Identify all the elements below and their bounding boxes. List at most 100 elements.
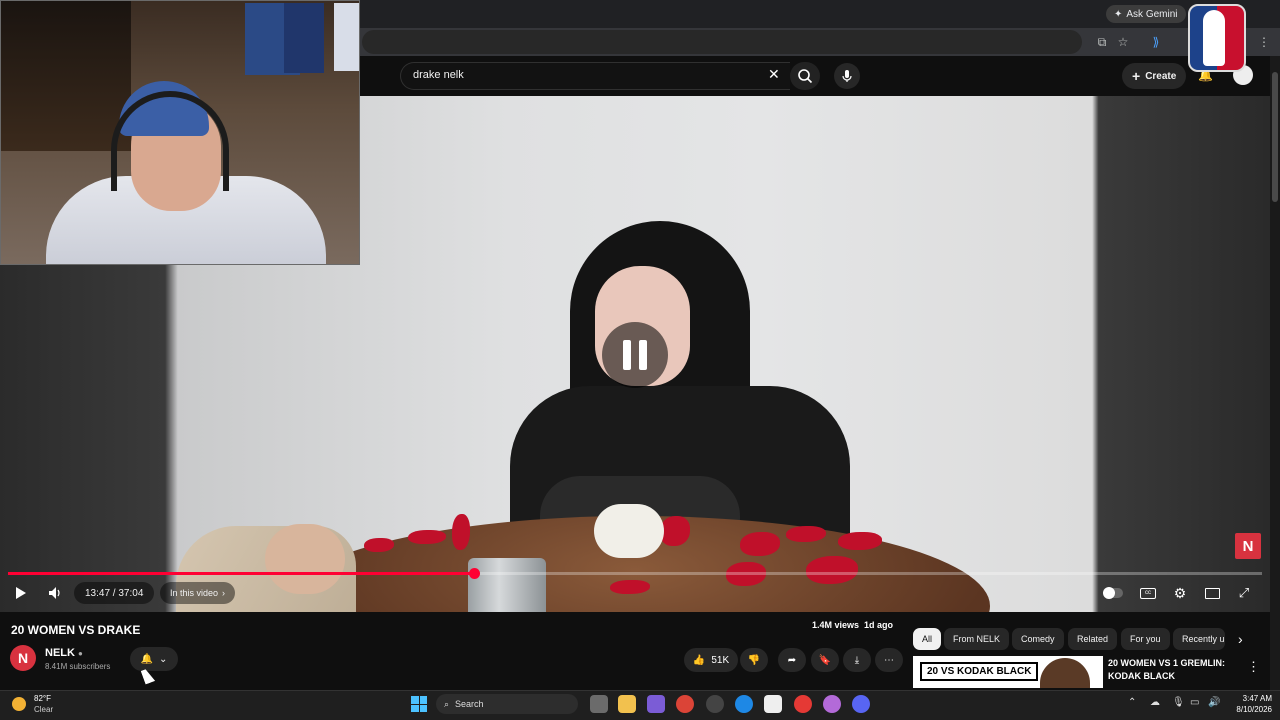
pause-overlay[interactable] [602, 322, 668, 388]
rose-petal [786, 526, 826, 542]
webcam-headset [111, 91, 229, 191]
chip-comedy[interactable]: Comedy [1012, 628, 1064, 650]
chips-next-icon[interactable]: › [1238, 631, 1243, 647]
scrollbar-thumb[interactable] [1272, 72, 1278, 202]
chip-for-you[interactable]: For you [1121, 628, 1170, 650]
ask-gemini-button[interactable]: ✦ Ask Gemini [1106, 5, 1186, 23]
speaker-icon[interactable]: 🔊 [1208, 697, 1220, 708]
more-actions-button[interactable]: ⋯ [875, 648, 903, 672]
weather-moon-icon[interactable] [12, 697, 26, 711]
play-button[interactable] [12, 582, 30, 604]
discord-icon[interactable] [852, 695, 870, 713]
browser-menu-icon[interactable]: ⋮ [1256, 34, 1272, 50]
network-icon[interactable]: ▭ [1190, 697, 1199, 708]
bell-icon: 🔔 [140, 653, 154, 665]
recommendation-title[interactable]: 20 WOMEN VS 1 GREMLIN: KODAK BLACK [1108, 657, 1238, 683]
chrome-icon[interactable] [676, 695, 694, 713]
rose-petal [364, 538, 394, 552]
app-icon[interactable] [823, 695, 841, 713]
weather-condition: Clear [34, 705, 54, 714]
rose-petal [452, 514, 470, 550]
thumbs-down-icon: 👎 [747, 654, 761, 666]
chapter-label: In this video [170, 588, 219, 598]
video-frame-rose [594, 504, 664, 558]
weather-temperature: 82°F [34, 694, 51, 703]
views-and-date: 1.4M views 1d ago [812, 620, 894, 630]
create-button[interactable]: + Create [1122, 63, 1187, 89]
store-icon[interactable] [764, 695, 782, 713]
thumbnail-caption: 20 VS KODAK BLACK [920, 662, 1039, 681]
start-button[interactable] [411, 696, 427, 712]
webcam-overlay [0, 0, 360, 265]
chevron-down-icon: ⌄ [159, 653, 168, 665]
plus-icon: + [1132, 68, 1141, 84]
chip-all[interactable]: All [913, 628, 942, 650]
captions-button[interactable]: cc [1138, 582, 1158, 604]
bookmark-icon: 🔖 [818, 654, 832, 666]
search-icon [798, 69, 813, 84]
windows-taskbar [0, 690, 1280, 720]
clear-search-icon[interactable]: ✕ [768, 66, 780, 83]
chapter-button[interactable]: In this video › [160, 582, 236, 604]
rose-petal [740, 532, 780, 556]
file-explorer-icon[interactable] [618, 695, 636, 713]
video-frame-hand [265, 524, 345, 594]
ask-gemini-label: Ask Gemini [1126, 8, 1178, 20]
save-button[interactable]: 🔖 [811, 648, 839, 672]
chip-recently-uploaded[interactable]: Recently u [1173, 628, 1225, 650]
onedrive-icon[interactable]: ☁ [1150, 697, 1160, 708]
pause-icon [623, 340, 631, 370]
voice-search-button[interactable] [834, 63, 860, 89]
expand-icon: ⤢ [1238, 585, 1250, 600]
extension-icon[interactable]: ⟫ [1148, 34, 1164, 50]
notification-bell-button[interactable]: 🔔 ⌄ [130, 647, 178, 671]
webcam-background-shelf [1, 1, 131, 151]
autoplay-toggle[interactable] [1102, 582, 1124, 604]
rose-petal [610, 580, 650, 594]
gemini-icon: ✦ [1114, 8, 1123, 20]
task-view-icon[interactable] [590, 695, 608, 713]
bookmark-star-icon[interactable]: ☆ [1115, 34, 1131, 50]
mic-tray-icon[interactable]: 🎙 [1172, 697, 1185, 708]
github-icon[interactable] [706, 695, 724, 713]
microphone-icon [842, 70, 852, 82]
search-button[interactable] [790, 62, 820, 90]
fullscreen-button[interactable]: ⤢ [1234, 582, 1254, 604]
install-app-icon[interactable]: ⧉ [1094, 34, 1110, 50]
chip-related[interactable]: Related [1068, 628, 1118, 650]
chevron-right-icon: › [222, 588, 226, 598]
share-button[interactable]: ➦ [778, 648, 806, 672]
subscriber-count: 8.41M subscribers [45, 662, 111, 671]
chip-from-nelk[interactable]: From NELK [944, 628, 1010, 650]
recommendation-menu-icon[interactable]: ⋮ [1247, 659, 1260, 675]
rose-petal [806, 556, 858, 584]
address-bar[interactable] [362, 30, 1082, 54]
rose-petal [660, 516, 690, 546]
rose-petal [408, 530, 446, 544]
settings-button[interactable]: ⚙ [1170, 582, 1190, 604]
captions-icon: cc [1140, 587, 1156, 599]
video-frame-cup [468, 558, 546, 612]
gear-icon: ⚙ [1173, 584, 1187, 601]
video-title: 20 WOMEN VS DRAKE [11, 623, 141, 637]
tray-overflow-icon[interactable]: ⌃ [1128, 697, 1136, 708]
channel-watermark[interactable]: N [1235, 533, 1261, 559]
channel-avatar[interactable]: N [10, 645, 36, 671]
volume-button[interactable] [46, 582, 64, 604]
edge-icon[interactable] [735, 695, 753, 713]
clock-time[interactable]: 3:47 AM [1236, 694, 1272, 703]
webcam-poster [284, 3, 324, 73]
download-button[interactable]: ⤓ [843, 648, 871, 672]
media-icon[interactable] [794, 695, 812, 713]
clock-date[interactable]: 8/10/2026 [1226, 705, 1272, 714]
rose-petal [838, 532, 882, 550]
channel-name-text: NELK [45, 647, 75, 659]
channel-name[interactable]: NELK ● [45, 647, 83, 659]
logo-silhouette [1203, 10, 1225, 66]
miniplayer-button[interactable] [1202, 582, 1222, 604]
taskbar-search[interactable]: ⌕ Search [436, 694, 578, 714]
copilot-icon[interactable] [647, 695, 665, 713]
dislike-button[interactable]: 👎 [740, 648, 768, 672]
progress-scrubber[interactable] [469, 568, 480, 579]
like-button[interactable]: 👍 51K [684, 648, 738, 672]
